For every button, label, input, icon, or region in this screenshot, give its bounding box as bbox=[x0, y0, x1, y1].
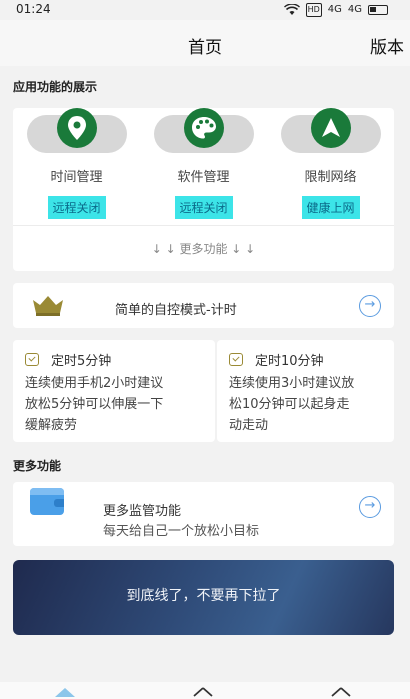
signal-icon: 4G bbox=[327, 4, 342, 15]
page-title: 首页 bbox=[188, 38, 222, 58]
arrow-right-icon[interactable]: → bbox=[359, 496, 381, 518]
timer-title: 定时5分钟 bbox=[51, 354, 112, 369]
crown-icon bbox=[33, 296, 63, 316]
tab-profile-icon[interactable] bbox=[330, 686, 352, 699]
timer-header: 定时10分钟 bbox=[229, 350, 324, 369]
alarm-clock-icon bbox=[25, 353, 39, 366]
app-name: 软件管理 bbox=[177, 170, 230, 185]
tab-home-icon[interactable] bbox=[54, 686, 76, 699]
app-icon-pill bbox=[281, 108, 381, 153]
signal-icon-2: 4G bbox=[347, 4, 362, 15]
status-bar: 01:24 HD 4G 4G bbox=[0, 0, 410, 20]
timer-title: 定时10分钟 bbox=[255, 354, 324, 369]
app-item-network-limit[interactable]: 限制网络 健康上网 bbox=[267, 108, 394, 223]
timer-description-line: 松10分钟可以起身走 bbox=[229, 397, 350, 412]
alarm-clock-icon bbox=[229, 353, 243, 366]
timer-header: 定时5分钟 bbox=[25, 350, 111, 369]
banner-text: 到底线了，不要再下拉了 bbox=[126, 588, 281, 604]
app-name: 限制网络 bbox=[304, 170, 357, 185]
tab-bar bbox=[0, 682, 410, 699]
divider bbox=[13, 225, 394, 226]
timer-card-10min[interactable]: 定时10分钟 连续使用3小时建议放 松10分钟可以起身走 动走动 bbox=[217, 340, 394, 442]
section-label-more: 更多功能 bbox=[13, 459, 62, 473]
monitor-subtitle: 每天给自己一个放松小目标 bbox=[103, 524, 260, 539]
arrow-right-icon[interactable]: → bbox=[359, 295, 381, 317]
version-button[interactable]: 版本 bbox=[370, 33, 404, 58]
hd-icon: HD bbox=[305, 3, 322, 17]
battery-icon bbox=[368, 5, 388, 15]
status-time: 01:24 bbox=[16, 2, 51, 16]
wallet-icon bbox=[30, 488, 64, 515]
more-functions-link[interactable]: ↓ ↓ 更多功能 ↓ ↓ bbox=[13, 240, 394, 257]
wifi-icon bbox=[283, 4, 300, 15]
timer-description-line: 缓解疲劳 bbox=[25, 418, 78, 433]
timer-description: 连续使用手机2小时建议 放松5分钟可以伸展一下 缓解疲劳 bbox=[25, 373, 163, 436]
navigation-arrow-icon bbox=[311, 108, 351, 148]
status-icons: HD 4G 4G bbox=[283, 3, 388, 17]
end-of-list-banner: 到底线了，不要再下拉了 bbox=[13, 560, 394, 635]
timer-card-5min[interactable]: 定时5分钟 连续使用手机2小时建议 放松5分钟可以伸展一下 缓解疲劳 bbox=[13, 340, 215, 442]
healthy-internet-button[interactable]: 健康上网 bbox=[301, 196, 360, 219]
timer-description-line: 放松5分钟可以伸展一下 bbox=[25, 397, 164, 412]
location-pin-icon bbox=[57, 108, 97, 148]
mode-title: 简单的自控模式-计时 bbox=[115, 303, 237, 318]
remote-close-button[interactable]: 远程关闭 bbox=[47, 196, 106, 219]
timer-description: 连续使用3小时建议放 松10分钟可以起身走 动走动 bbox=[229, 373, 354, 436]
remote-close-button[interactable]: 远程关闭 bbox=[174, 196, 233, 219]
tab-home-outline-icon[interactable] bbox=[192, 686, 214, 699]
navigation-bar: 首页 版本 bbox=[0, 20, 410, 66]
app-icon-pill bbox=[27, 108, 127, 153]
timer-description-line: 动走动 bbox=[229, 418, 269, 433]
app-item-software-management[interactable]: 软件管理 远程关闭 bbox=[140, 108, 267, 223]
timer-description-line: 连续使用3小时建议放 bbox=[229, 376, 355, 391]
app-item-time-management[interactable]: 时间管理 远程关闭 bbox=[13, 108, 140, 223]
monitor-title: 更多监管功能 bbox=[103, 504, 182, 519]
timer-description-line: 连续使用手机2小时建议 bbox=[25, 376, 164, 391]
monitor-functions-card[interactable]: 更多监管功能 每天给自己一个放松小目标 → bbox=[13, 482, 394, 546]
section-label-apps: 应用功能的展示 bbox=[13, 80, 98, 94]
app-name: 时间管理 bbox=[50, 170, 103, 185]
app-functions-card: 时间管理 远程关闭 软件管理 远程关闭 限制网络 健康上网 ↓ ↓ 更多功能 ↓… bbox=[13, 108, 394, 271]
self-control-mode-card[interactable]: 简单的自控模式-计时 → bbox=[13, 283, 394, 328]
palette-icon bbox=[184, 108, 224, 148]
app-icon-pill bbox=[154, 108, 254, 153]
